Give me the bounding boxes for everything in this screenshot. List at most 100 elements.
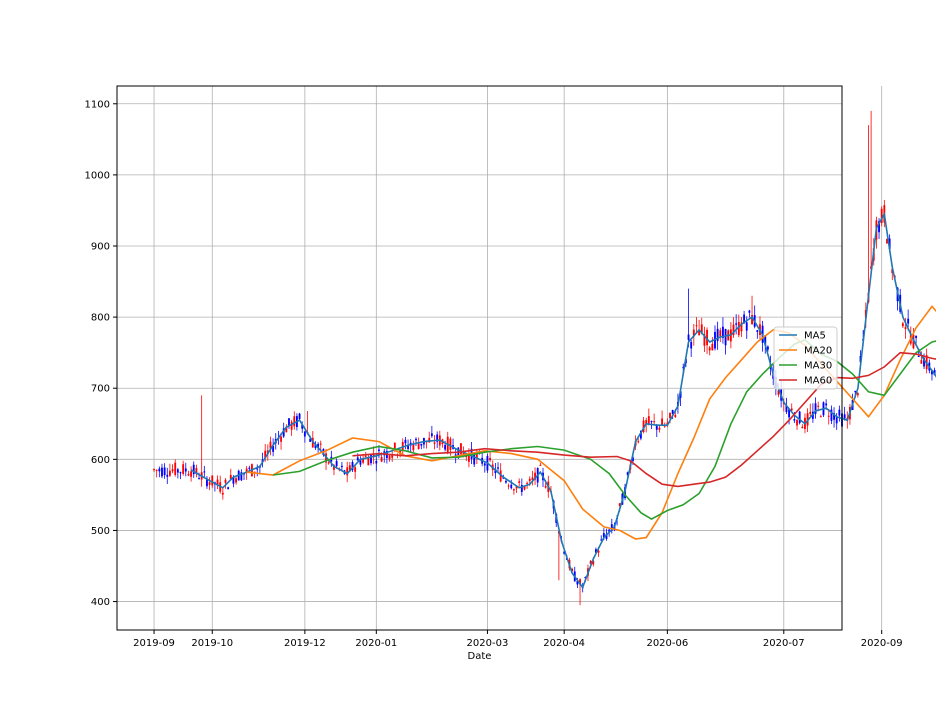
chart-svg: 2019-092019-102019-122020-012020-032020-… — [0, 0, 936, 720]
x-tick-label: 2020-03 — [467, 638, 509, 649]
candle-body — [648, 416, 650, 424]
x-tick-label: 2020-01 — [355, 638, 397, 649]
legend-label: MA60 — [804, 376, 832, 387]
candle-body — [651, 421, 653, 422]
candle-body — [341, 466, 343, 467]
grid-lines — [117, 86, 882, 630]
candle-body — [304, 432, 306, 437]
candle-body — [174, 463, 176, 475]
candle-body — [449, 439, 451, 450]
candle-body — [915, 336, 917, 338]
candle-body — [637, 441, 639, 442]
y-tick-label: 700 — [91, 384, 110, 395]
candle-body — [336, 461, 338, 466]
candle-body — [172, 469, 174, 471]
candle-body — [328, 462, 330, 463]
x-tick-label: 2019-12 — [284, 638, 326, 649]
candle-body — [280, 437, 282, 442]
x-tick-label: 2020-07 — [763, 638, 805, 649]
candle-body — [365, 456, 367, 457]
x-tick-label: 2019-09 — [133, 638, 175, 649]
candle-body — [161, 468, 163, 477]
candle-body — [412, 444, 414, 450]
candle-body — [418, 443, 420, 449]
candle-body — [836, 417, 838, 423]
candle-body — [431, 433, 433, 436]
legend-label: MA30 — [804, 361, 832, 372]
candle-body — [545, 486, 547, 488]
candle-body — [688, 335, 690, 340]
candle-body — [669, 413, 671, 418]
candle-body — [188, 474, 190, 475]
candle-body — [828, 416, 830, 417]
candle-body — [158, 469, 160, 472]
candle-body — [653, 421, 655, 422]
candle-body — [907, 319, 909, 324]
x-tick-label: 2020-04 — [543, 638, 585, 649]
candle-body — [381, 457, 383, 462]
y-tick-label: 400 — [91, 597, 110, 608]
candle-body — [735, 323, 737, 324]
candle-body — [235, 478, 237, 482]
candle-body — [404, 440, 406, 443]
candle-body — [367, 458, 369, 466]
candle-body — [203, 471, 205, 472]
candle-body — [719, 330, 721, 336]
y-tick-label: 600 — [91, 455, 110, 466]
candle-body — [661, 418, 663, 424]
candle-body — [801, 427, 803, 428]
candle-body — [505, 481, 507, 483]
moving-average-lines — [191, 214, 936, 587]
candle-body — [177, 469, 179, 472]
chart-figure: 2019-092019-102019-122020-012020-032020-… — [0, 0, 936, 720]
candle-body — [227, 487, 229, 489]
candle-body — [838, 410, 840, 416]
candle-body — [169, 471, 171, 476]
candle-body — [539, 465, 541, 466]
candle-body — [153, 469, 155, 470]
candle-body — [529, 479, 531, 481]
candle-body — [473, 454, 475, 465]
candle-body — [796, 420, 798, 425]
candle-body — [484, 463, 486, 465]
candle-body — [696, 325, 698, 326]
candle-body — [844, 414, 846, 418]
candle-body — [809, 412, 811, 414]
chart-legend: MA5MA20MA30MA60 — [774, 327, 837, 389]
candle-body — [508, 486, 510, 487]
candle-body — [756, 330, 758, 332]
line-ma5 — [191, 214, 936, 587]
candle-body — [489, 458, 491, 460]
candle-body — [420, 444, 422, 446]
candle-body — [793, 419, 795, 421]
candle-body — [288, 418, 290, 425]
candle-body — [156, 470, 158, 471]
candle-body — [526, 483, 528, 484]
candle-body — [185, 468, 187, 471]
y-axis-ticks: 40050060070080090010001100 — [85, 99, 117, 608]
candle-body — [746, 322, 748, 330]
candle-body — [415, 439, 417, 440]
candle-body — [248, 468, 250, 469]
y-tick-label: 500 — [91, 526, 110, 537]
candle-body — [497, 467, 499, 468]
candle-body — [659, 428, 661, 430]
candle-body — [820, 416, 822, 417]
candle-body — [711, 344, 713, 350]
candle-body — [920, 360, 922, 364]
candle-body — [674, 415, 676, 417]
y-tick-label: 1000 — [85, 170, 110, 181]
candle-body — [190, 471, 192, 476]
x-tick-label: 2020-06 — [646, 638, 688, 649]
candle-body — [198, 478, 200, 479]
candle-body — [513, 489, 515, 490]
candle-body — [209, 482, 211, 485]
candle-body — [357, 457, 359, 460]
plot-frame — [117, 86, 842, 630]
candle-body — [748, 311, 750, 313]
candle-body — [918, 356, 920, 357]
candle-body — [354, 467, 356, 472]
candle-body — [725, 329, 727, 345]
candle-body — [902, 323, 904, 326]
candle-body — [825, 404, 827, 406]
